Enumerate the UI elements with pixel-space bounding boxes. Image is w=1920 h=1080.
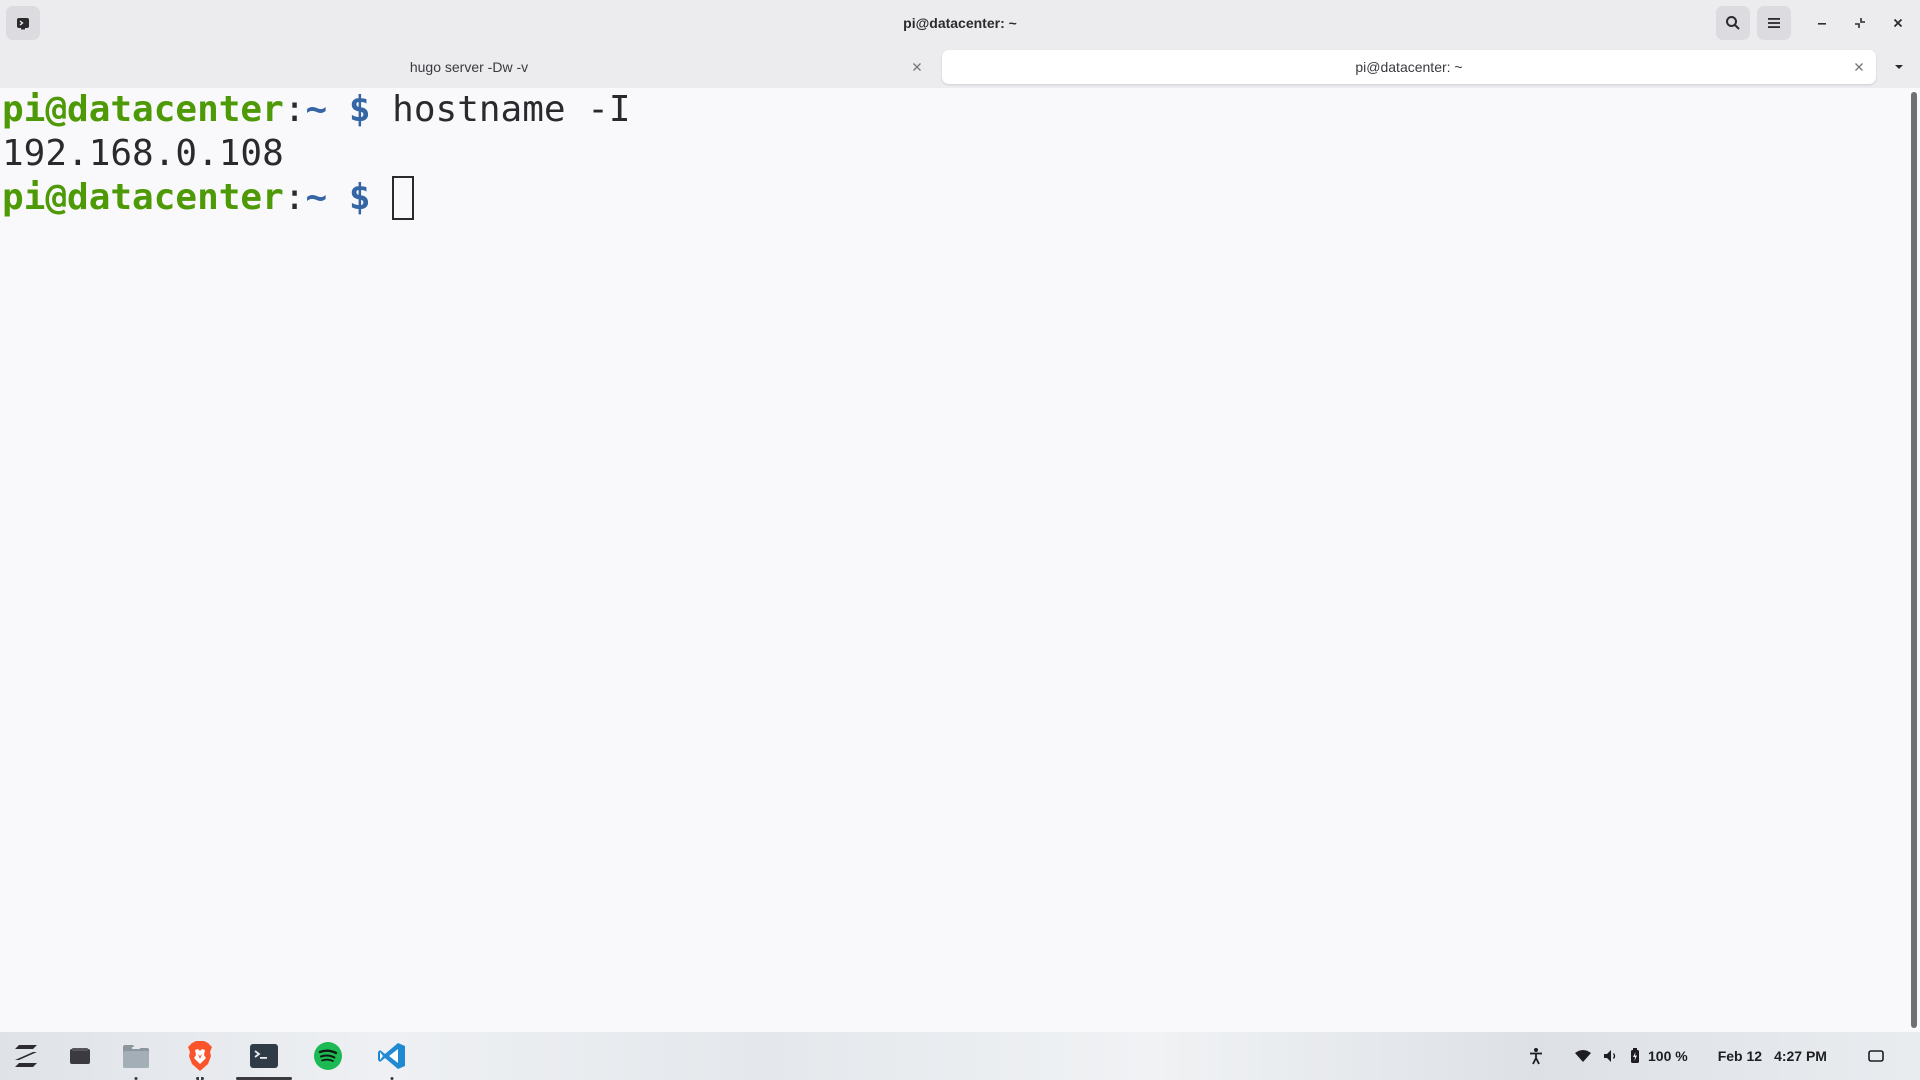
- network-status[interactable]: [1572, 1049, 1594, 1063]
- taskbar: 100 % Feb 12 4:27 PM: [0, 1032, 1920, 1080]
- brave-browser-icon: [188, 1041, 212, 1071]
- prompt-dollar: $: [327, 177, 393, 218]
- zorin-menu-icon: [15, 1045, 37, 1067]
- tab-close-button[interactable]: [1850, 58, 1868, 76]
- zorin-menu-button[interactable]: [6, 1038, 46, 1074]
- close-icon: [1893, 18, 1903, 28]
- restore-icon: [1855, 18, 1865, 28]
- minimize-button[interactable]: [1805, 6, 1839, 40]
- vscode-app[interactable]: [372, 1038, 412, 1080]
- tab-strip: hugo server -Dw -v pi@datacenter: ~: [0, 46, 1920, 88]
- close-icon: [1855, 63, 1863, 71]
- workspace-switcher[interactable]: [60, 1038, 100, 1074]
- terminal-cursor: [392, 176, 415, 220]
- battery-icon: [1631, 1048, 1639, 1063]
- files-app[interactable]: [116, 1038, 156, 1080]
- terminal-view[interactable]: pi@datacenter: ~ $ hostname -I 192.168.0.…: [0, 88, 1908, 1032]
- system-tray: 100 % Feb 12 4:27 PM: [1524, 1032, 1885, 1080]
- new-tab-button[interactable]: [6, 6, 40, 40]
- tab-pi-datacenter[interactable]: pi@datacenter: ~: [942, 50, 1876, 84]
- chevron-down-icon: [1895, 65, 1903, 69]
- spotify-app[interactable]: [308, 1038, 348, 1074]
- prompt-path: ~: [305, 177, 328, 218]
- prompt-separator: :: [283, 89, 306, 130]
- command-output: 192.168.0.108: [2, 133, 284, 174]
- wifi-icon: [1575, 1050, 1591, 1062]
- notification-icon: [1868, 1050, 1884, 1062]
- accessibility-icon: [1530, 1048, 1542, 1065]
- terminal-line: pi@datacenter: ~ $ hostname -I: [2, 88, 1908, 132]
- terminal-line: 192.168.0.108: [2, 132, 1908, 176]
- hamburger-icon: [1768, 18, 1780, 28]
- command-text: hostname -I: [392, 89, 631, 130]
- restore-button[interactable]: [1843, 6, 1877, 40]
- spotify-icon: [314, 1042, 342, 1070]
- workspace-icon: [70, 1048, 90, 1064]
- accessibility-menu[interactable]: [1524, 1047, 1548, 1065]
- close-window-button[interactable]: [1881, 6, 1915, 40]
- window-title: pi@datacenter: ~: [903, 15, 1017, 31]
- prompt-user: pi@datacenter: [2, 177, 284, 218]
- clock-date[interactable]: Feb 12: [1718, 1048, 1762, 1064]
- search-button[interactable]: [1716, 6, 1750, 40]
- hamburger-menu-button[interactable]: [1757, 6, 1791, 40]
- search-icon: [1726, 16, 1740, 30]
- terminal-scrollbar[interactable]: [1908, 88, 1920, 1032]
- terminal-icon: [250, 1044, 278, 1068]
- prompt-user: pi@datacenter: [2, 89, 284, 130]
- tab-label: hugo server -Dw -v: [409, 59, 529, 75]
- terminal-line: pi@datacenter: ~ $: [2, 176, 1908, 220]
- battery-percentage: 100 %: [1648, 1048, 1688, 1064]
- files-icon: [123, 1045, 149, 1068]
- terminal-app[interactable]: [236, 1038, 292, 1080]
- tab-list-dropdown[interactable]: [1884, 50, 1914, 84]
- battery-status[interactable]: [1628, 1048, 1642, 1064]
- prompt-dollar: $: [327, 89, 393, 130]
- tab-close-button[interactable]: [908, 58, 926, 76]
- vscode-icon: [378, 1043, 405, 1069]
- show-desktop-button[interactable]: [1867, 1050, 1885, 1062]
- volume-control[interactable]: [1600, 1049, 1622, 1063]
- window-titlebar: pi@datacenter: ~: [0, 0, 1920, 46]
- brave-browser-app[interactable]: [180, 1038, 220, 1080]
- scrollbar-thumb[interactable]: [1911, 92, 1917, 1028]
- terminal-tab-icon: [17, 18, 29, 30]
- tab-label: pi@datacenter: ~: [1355, 59, 1463, 75]
- clock-time[interactable]: 4:27 PM: [1774, 1048, 1827, 1064]
- prompt-path: ~: [305, 89, 328, 130]
- close-icon: [913, 63, 921, 71]
- tab-hugo-server[interactable]: hugo server -Dw -v: [4, 50, 934, 84]
- minimize-icon: [1818, 23, 1826, 25]
- volume-icon: [1604, 1050, 1616, 1062]
- prompt-separator: :: [283, 177, 306, 218]
